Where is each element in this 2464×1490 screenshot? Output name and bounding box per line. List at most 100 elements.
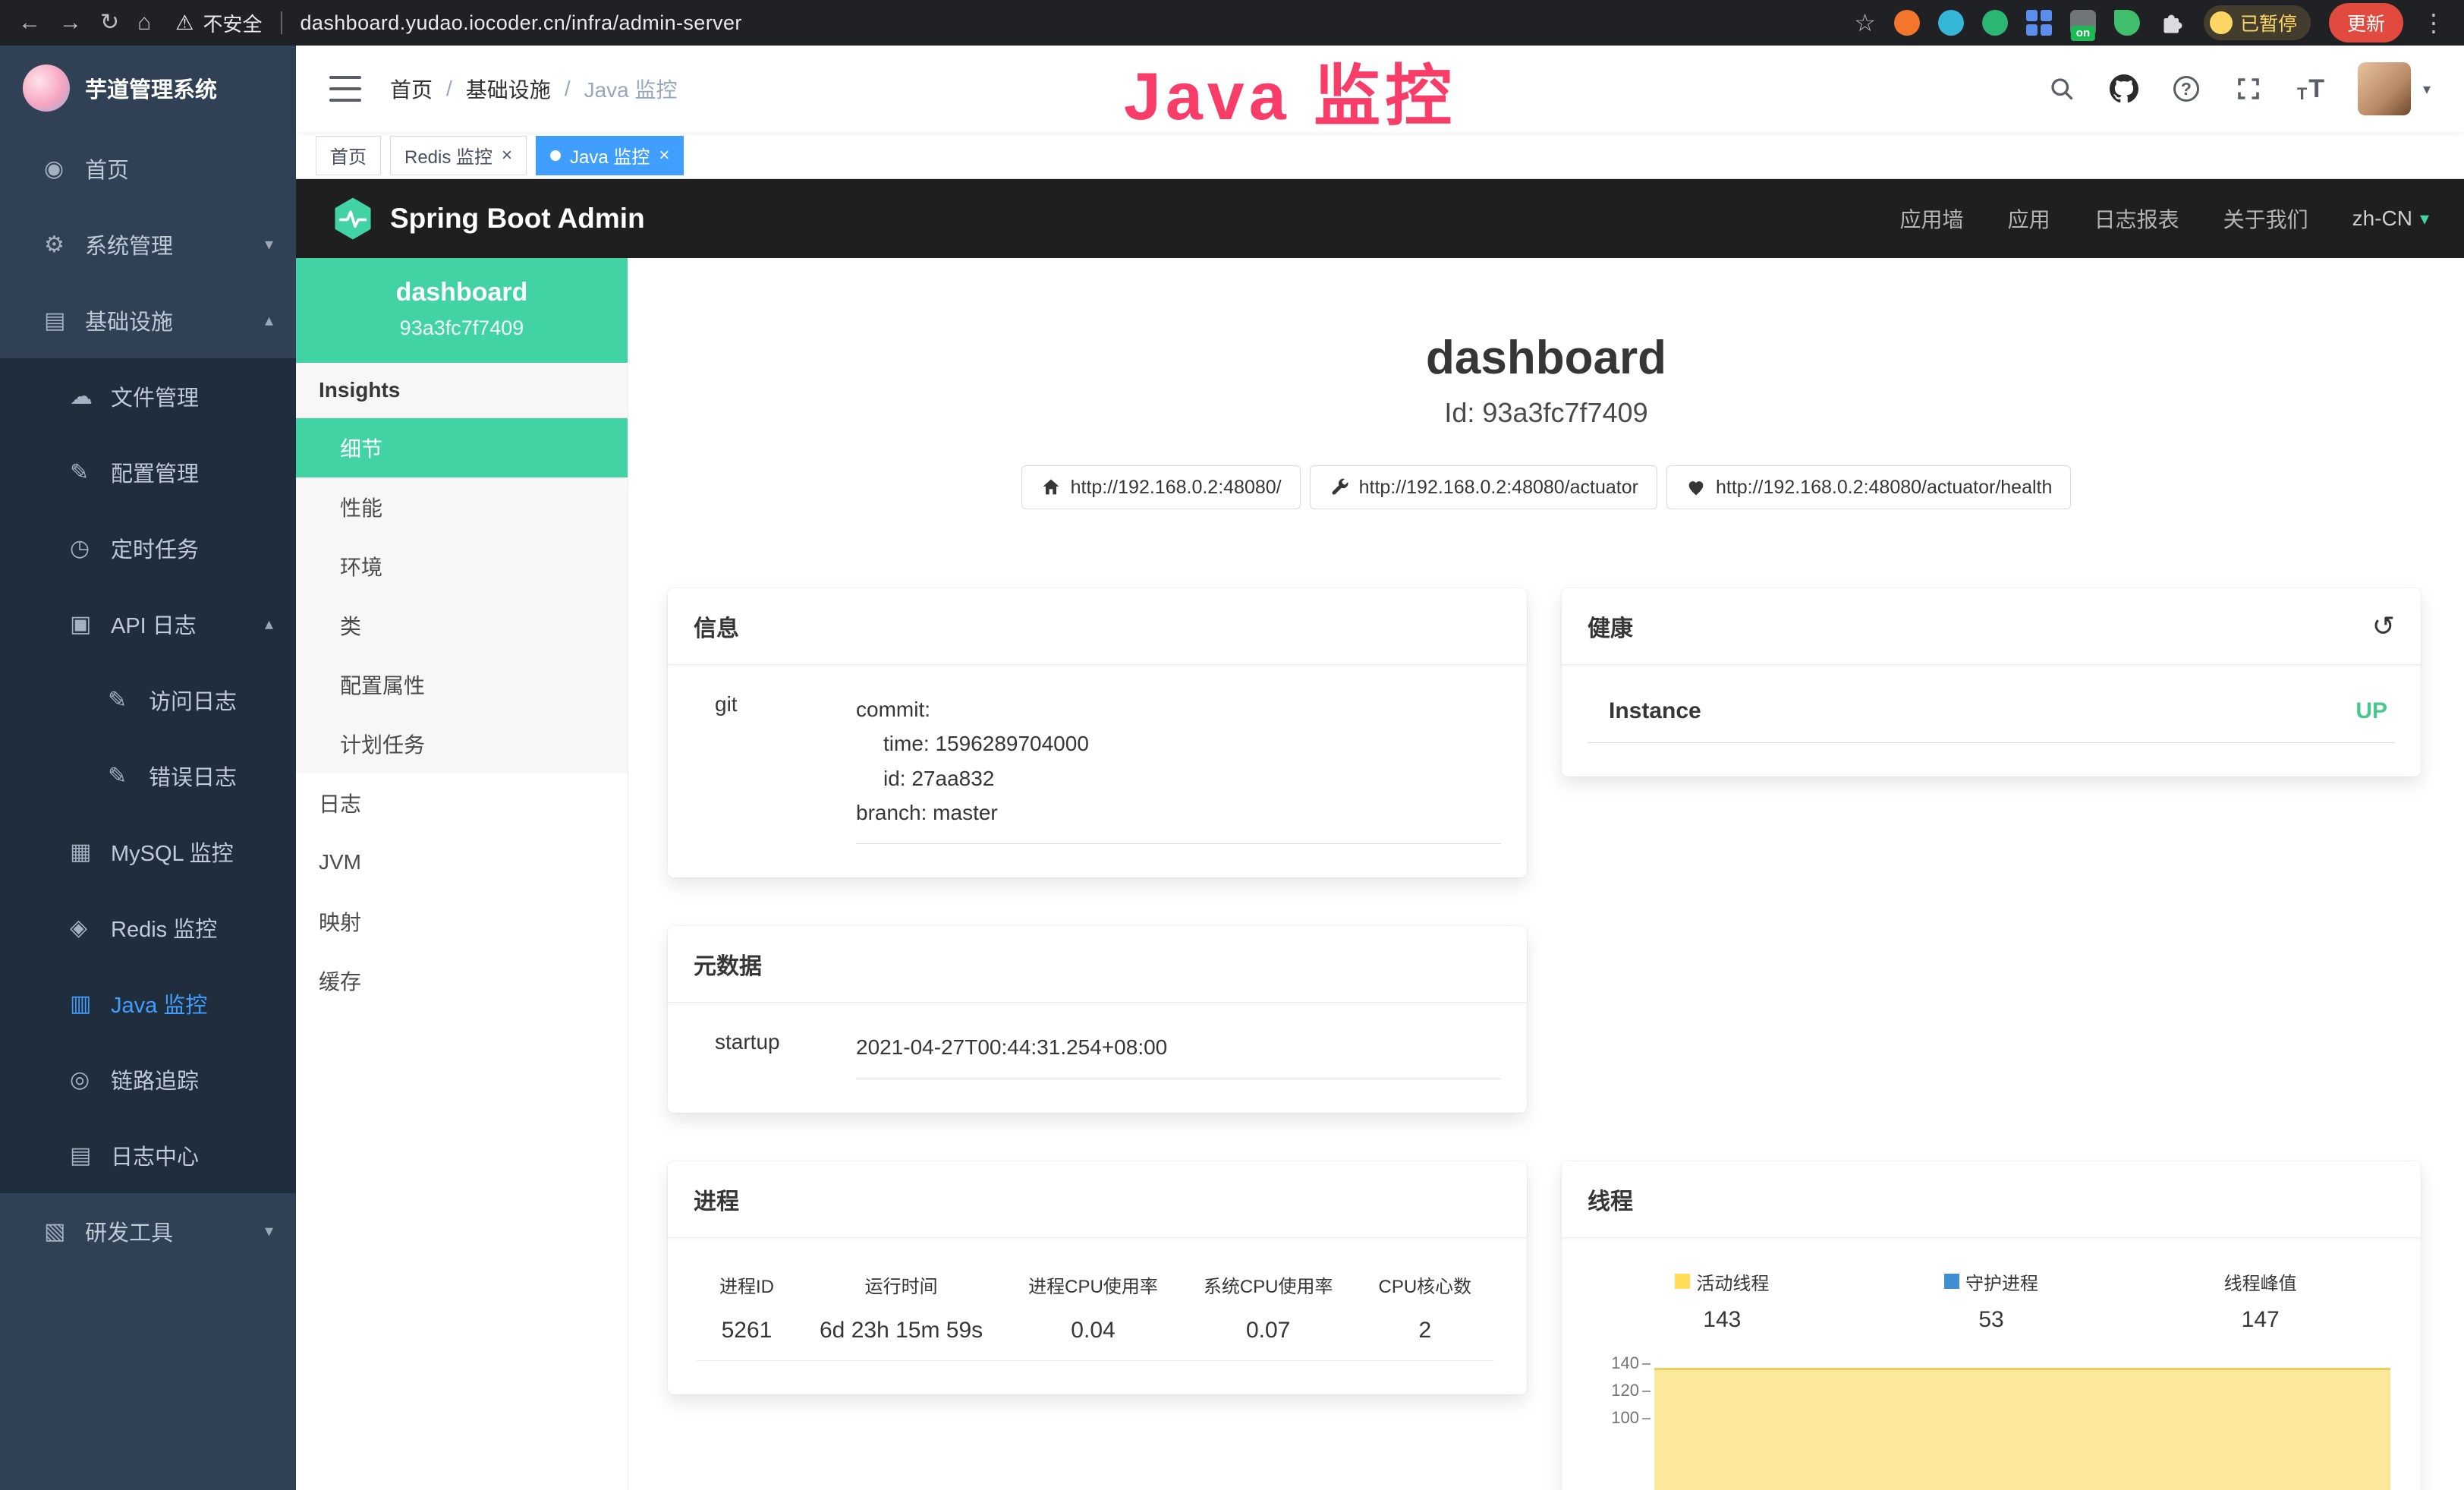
back-icon[interactable]: ← (18, 11, 41, 34)
sba-menu-classes[interactable]: 类 (296, 596, 628, 655)
breadcrumb-section[interactable]: 基础设施 (466, 74, 551, 104)
sba-locale-select[interactable]: zh-CN ▾ (2352, 206, 2429, 231)
sidebar-collapse-icon[interactable] (329, 76, 361, 102)
extension-icon-grid[interactable] (2026, 10, 2052, 36)
sba-instance-id: 93a3fc7f7409 (314, 317, 609, 340)
smiley-icon (2210, 11, 2233, 34)
app-logo[interactable]: 芋道管理系统 (0, 46, 296, 131)
sba-nav-wallboard[interactable]: 应用墙 (1900, 203, 1964, 234)
health-card: 健康 ↺ Instance UP (1562, 588, 2421, 777)
sba-menu-jvm[interactable]: JVM (296, 833, 628, 892)
extension-icon-leaf[interactable] (2114, 10, 2140, 36)
process-card: 进程 进程ID 运行时间 进程CPU使用率 系统C (668, 1161, 1527, 1394)
process-table: 进程ID 运行时间 进程CPU使用率 系统CPU使用率 CPU核心数 (697, 1265, 1494, 1361)
sidebar-item-error-log[interactable]: ✎ 错误日志 (0, 738, 296, 814)
history-icon[interactable]: ↺ (2372, 613, 2395, 640)
sba-menu-insights-group: Insights 细节 性能 环境 类 配置属性 计划任务 (296, 363, 628, 773)
sba-nav-applications[interactable]: 应用 (2008, 203, 2050, 234)
sidebar-item-access-log[interactable]: ✎ 访问日志 (0, 662, 296, 738)
browser-home-icon[interactable]: ⌂ (137, 11, 151, 34)
sidebar-item-dev-tools[interactable]: ▧ 研发工具 ▾ (0, 1193, 296, 1269)
sidebar-item-file-manage[interactable]: ☁ 文件管理 (0, 358, 296, 434)
warning-icon: ⚠ (175, 11, 194, 35)
table-row[interactable]: Instance UP (1588, 692, 2395, 743)
instance-id-line: Id: 93a3fc7f7409 (628, 397, 2464, 429)
legend-daemon-threads: 守护进程 53 (1857, 1268, 2126, 1333)
sidebar-item-scheduled-job[interactable]: ◷ 定时任务 (0, 510, 296, 586)
chevron-up-icon: ▴ (265, 614, 273, 634)
process-card-body: 进程ID 运行时间 进程CPU使用率 系统CPU使用率 CPU核心数 (668, 1238, 1527, 1394)
sidebar-item-mysql-monitor[interactable]: ▦ MySQL 监控 (0, 814, 296, 890)
app-sidebar: 芋道管理系统 ◉ 首页 ⚙ 系统管理 ▾ ▤ 基础设施 ▴ (0, 46, 296, 1490)
sidebar-item-system[interactable]: ⚙ 系统管理 ▾ (0, 206, 296, 282)
sba-brand-title[interactable]: Spring Boot Admin (390, 203, 645, 235)
metadata-card-header: 元数据 (668, 926, 1527, 1003)
sba-menu-insights-label[interactable]: Insights (296, 363, 628, 418)
close-icon[interactable]: × (659, 145, 669, 166)
tags-view-bar: 首页 Redis 监控 × Java 监控 × (296, 132, 2464, 179)
sba-menu-details[interactable]: 细节 (296, 418, 628, 477)
extension-icon-drop[interactable] (1938, 10, 1964, 36)
url-divider (281, 11, 282, 34)
sidebar-item-api-log[interactable]: ▣ API 日志 ▴ (0, 586, 296, 662)
table-row: startup 2021-04-27T00:44:31.254+08:00 (694, 1030, 1501, 1079)
help-icon[interactable]: ? (2171, 74, 2201, 104)
search-icon[interactable] (2047, 74, 2077, 104)
sba-menu-caches[interactable]: 缓存 (296, 951, 628, 1010)
sidebar-item-trace[interactable]: ◎ 链路追踪 (0, 1041, 296, 1117)
bookmark-star-icon[interactable]: ☆ (1854, 11, 1876, 35)
address-url[interactable]: dashboard.yudao.iocoder.cn/infra/admin-s… (301, 11, 742, 35)
legend-peak-threads: 线程峰值 147 (2126, 1268, 2395, 1333)
font-size-icon[interactable]: TT (2296, 74, 2326, 104)
breadcrumb: 首页 / 基础设施 / Java 监控 (390, 74, 678, 104)
tab-java-monitor[interactable]: Java 监控 × (536, 136, 684, 175)
sba-menu-environment[interactable]: 环境 (296, 537, 628, 596)
fullscreen-icon[interactable] (2233, 74, 2264, 104)
extensions-puzzle-icon[interactable] (2158, 9, 2186, 36)
app-frame: 芋道管理系统 ◉ 首页 ⚙ 系统管理 ▾ ▤ 基础设施 ▴ (0, 46, 2464, 1490)
sidebar-item-home[interactable]: ◉ 首页 (0, 131, 296, 206)
tab-home[interactable]: 首页 (316, 136, 381, 175)
breadcrumb-home[interactable]: 首页 (390, 74, 433, 104)
sba-menu-logs[interactable]: 日志 (296, 773, 628, 833)
health-url-link[interactable]: http://192.168.0.2:48080/actuator/health (1666, 465, 2071, 509)
sidebar-item-java-monitor[interactable]: ▥ Java 监控 (0, 966, 296, 1041)
java-monitor-icon: ▥ (70, 991, 111, 1017)
actuator-url-link[interactable]: http://192.168.0.2:48080/actuator (1310, 465, 1657, 509)
sba-instance-block[interactable]: dashboard 93a3fc7f7409 (296, 258, 628, 363)
avatar-caret-icon[interactable]: ▾ (2423, 80, 2431, 99)
extension-icon-orange[interactable] (1894, 10, 1920, 36)
reload-icon[interactable]: ↻ (100, 11, 119, 34)
heartbeat-icon (1685, 477, 1707, 498)
tab-redis-monitor[interactable]: Redis 监控 × (390, 136, 527, 175)
service-url-link[interactable]: http://192.168.0.2:48080/ (1021, 465, 1301, 509)
extension-icon-tampermonkey[interactable]: on (2070, 10, 2096, 36)
security-chip[interactable]: ⚠ 不安全 (175, 9, 262, 37)
profile-paused-badge[interactable]: 已暂停 (2204, 5, 2311, 40)
threads-card: 线程 活动线程 143 (1562, 1161, 2421, 1490)
sidebar-item-redis-monitor[interactable]: ◈ Redis 监控 (0, 890, 296, 966)
info-card-body: git commit: time: 1596289704000 id: 27aa… (668, 665, 1527, 877)
sba-menu-mappings[interactable]: 映射 (296, 892, 628, 951)
sba-nav-journal[interactable]: 日志报表 (2094, 203, 2179, 234)
sidebar-item-log-center[interactable]: ▤ 日志中心 (0, 1117, 296, 1193)
info-value: commit: time: 1596289704000 id: 27aa832 … (856, 692, 1501, 844)
status-badge: UP (2355, 698, 2387, 724)
sidebar-item-config-manage[interactable]: ✎ 配置管理 (0, 434, 296, 510)
chrome-update-button[interactable]: 更新 (2329, 3, 2403, 43)
active-threads-value: 143 (1588, 1307, 1857, 1333)
github-icon[interactable] (2109, 74, 2139, 104)
threads-chart-area (1654, 1359, 2395, 1488)
sba-menu-scheduled-tasks[interactable]: 计划任务 (296, 714, 628, 773)
browser-menu-icon[interactable]: ⋮ (2422, 11, 2446, 35)
sidebar-item-infra[interactable]: ▤ 基础设施 ▴ (0, 282, 296, 358)
forward-icon[interactable]: → (59, 11, 82, 34)
sba-nav-about[interactable]: 关于我们 (2223, 203, 2308, 234)
extension-icon-green[interactable] (1982, 10, 2008, 36)
sba-menu-performance[interactable]: 性能 (296, 477, 628, 537)
sba-menu-config-props[interactable]: 配置属性 (296, 655, 628, 714)
user-avatar[interactable] (2358, 62, 2411, 115)
chevron-up-icon: ▴ (265, 310, 273, 330)
sba-nav: 应用墙 应用 日志报表 关于我们 zh-CN ▾ (1900, 203, 2429, 234)
close-icon[interactable]: × (502, 145, 512, 166)
